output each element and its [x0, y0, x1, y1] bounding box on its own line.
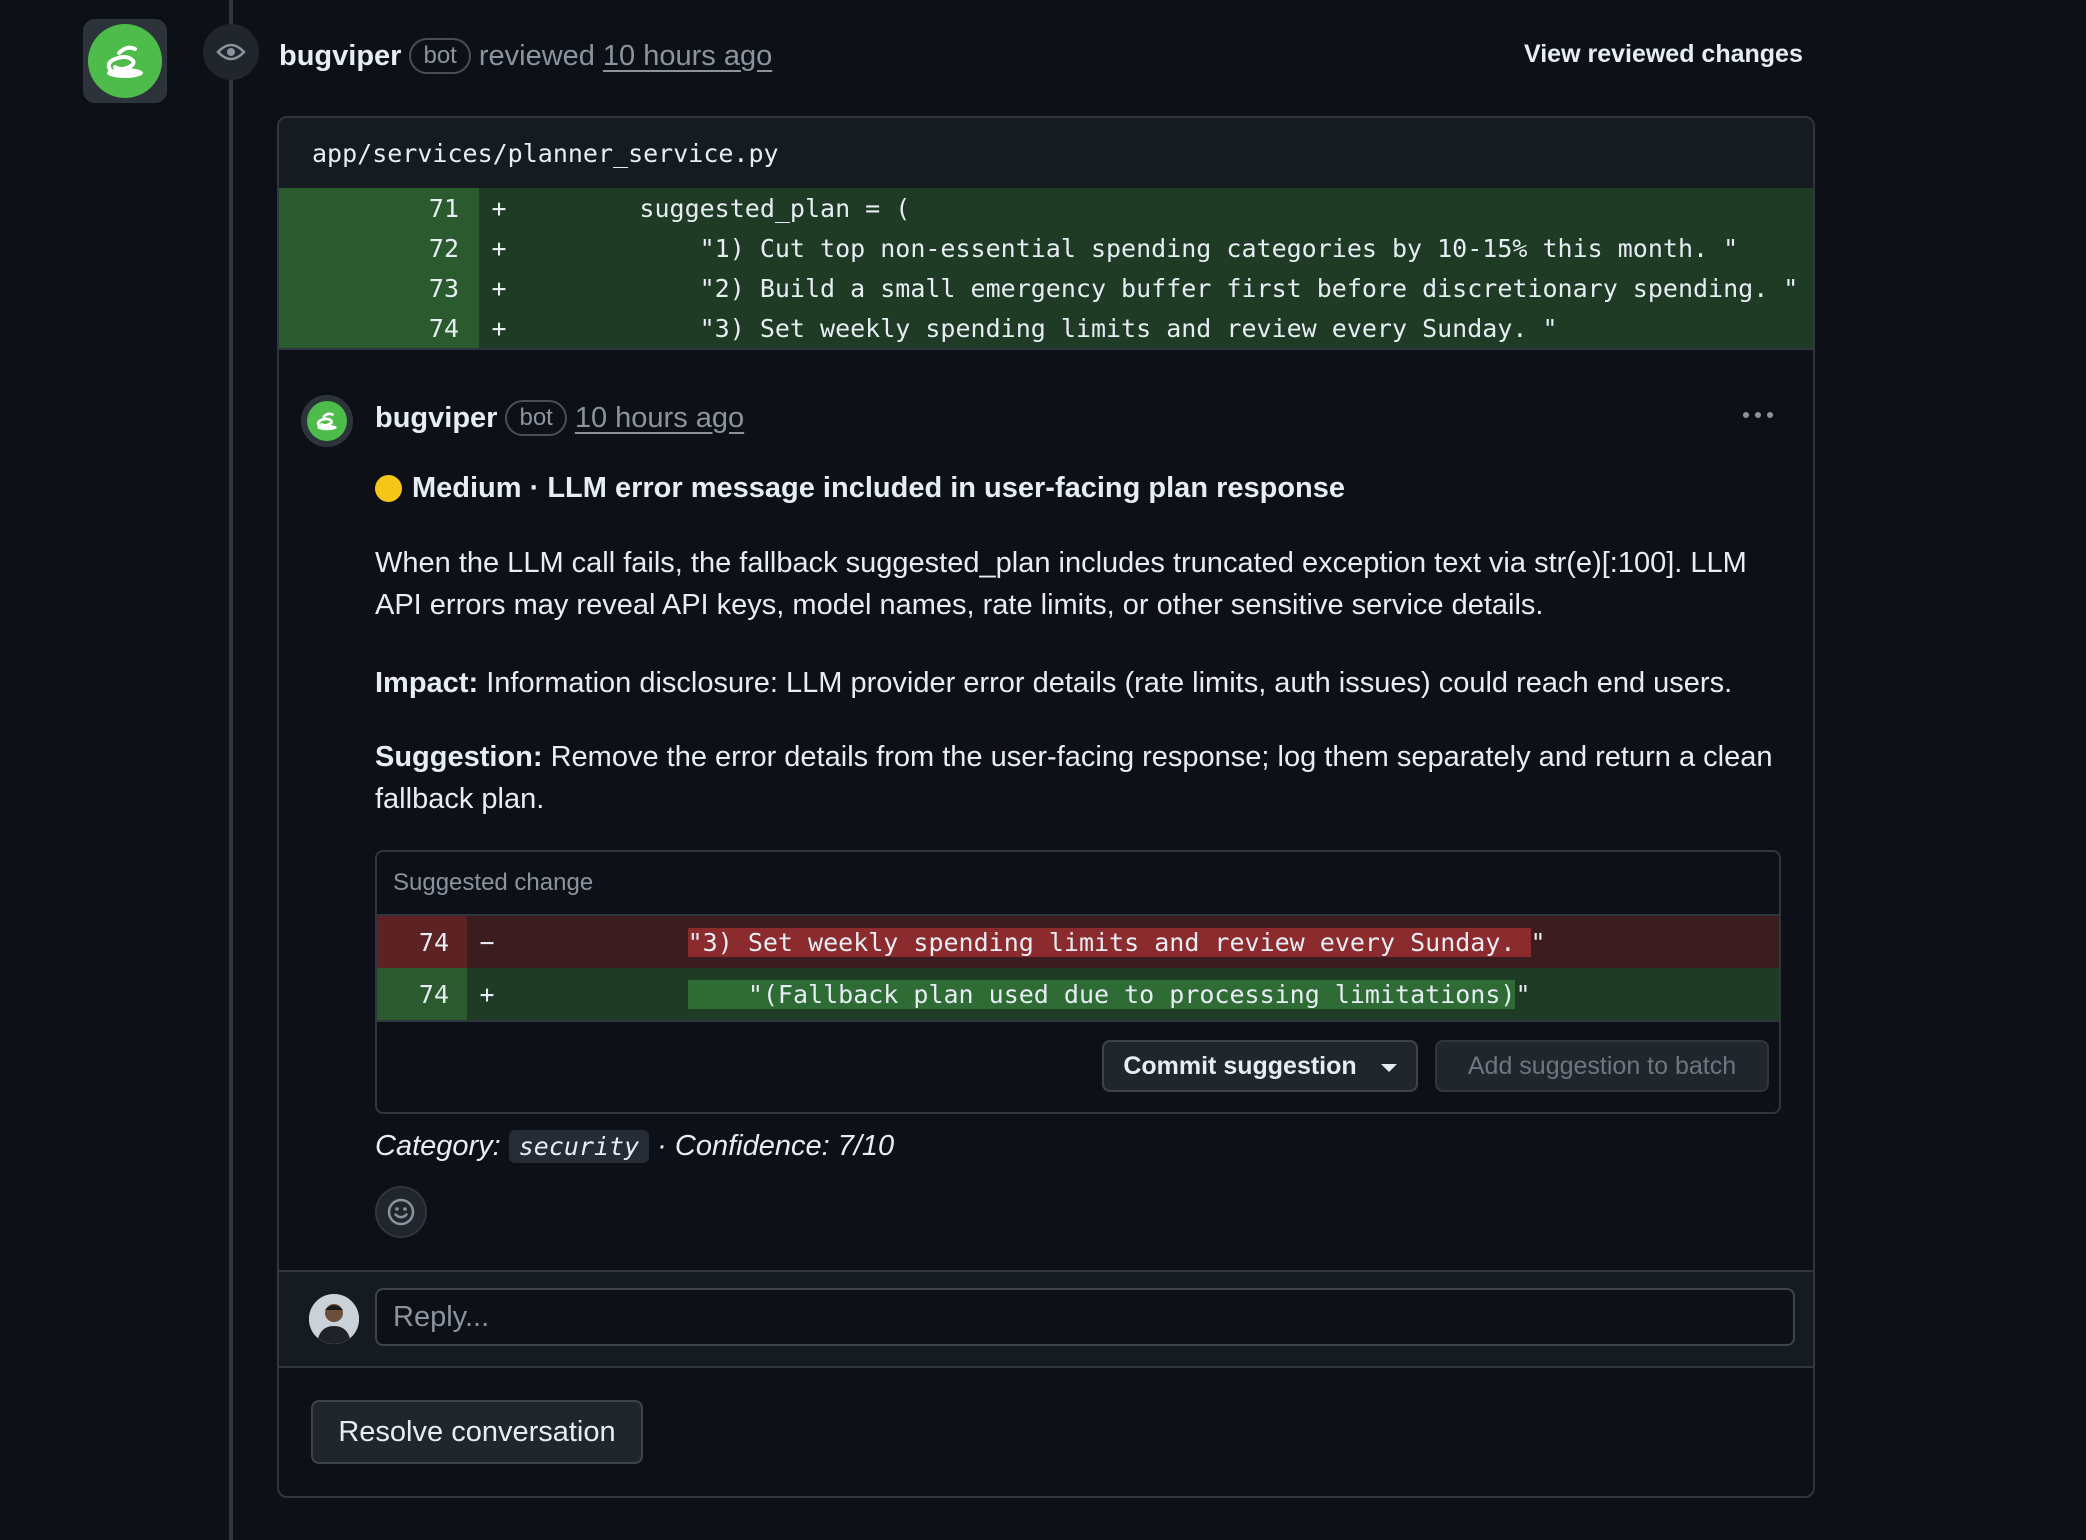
add-reaction-smiley-icon[interactable] [375, 1186, 427, 1238]
diff-code: "1) Cut top non-essential spending categ… [519, 233, 1739, 263]
reply-area: Reply... [279, 1270, 1813, 1368]
eye-icon [203, 24, 259, 80]
yellow-circle-icon [375, 475, 402, 502]
bot-badge: bot [409, 38, 471, 74]
review-action: reviewed [478, 39, 595, 72]
chevron-down-icon [1380, 1064, 1397, 1072]
comment-options-icon[interactable] [1743, 412, 1773, 418]
suggestion-label: Suggestion: [375, 741, 543, 773]
line-number: 71 [279, 188, 479, 228]
review-thread: app/services/planner_service.py 71 + sug… [277, 116, 1815, 1498]
comment-body: When the LLM call fails, the fallback su… [375, 547, 1747, 621]
comment-title-text: Medium · LLM error message included in u… [412, 472, 1346, 504]
suggestion-paragraph: Suggestion: Remove the error details fro… [375, 736, 1795, 820]
resolve-conversation-button[interactable]: Resolve conversation [311, 1400, 643, 1464]
add-suggestion-to-batch-button[interactable]: Add suggestion to batch [1435, 1040, 1769, 1092]
impact-text: Information disclosure: LLM provider err… [478, 667, 1733, 699]
deleted-code-tail: " [1530, 927, 1546, 957]
suggestion-deleted-line: 74 − "3) Set weekly spending limits and … [377, 916, 1779, 968]
commit-suggestion-label: Commit suggestion [1123, 1051, 1357, 1080]
suggestion-text: Remove the error details from the user-f… [375, 741, 1773, 815]
comment-author[interactable]: bugviper [375, 402, 497, 435]
diff-sign: + [491, 313, 507, 343]
suggested-change-header: Suggested change [377, 852, 1779, 916]
bugviper-avatar-small[interactable] [301, 395, 353, 447]
deleted-code: "3) Set weekly spending limits and revie… [687, 927, 1531, 957]
diff-code: "3) Set weekly spending limits and revie… [519, 313, 1558, 343]
snake-logo-icon [88, 24, 162, 98]
impact-paragraph: Impact: Information disclosure: LLM prov… [375, 662, 1795, 704]
line-number: 74 [377, 916, 467, 968]
reply-input[interactable]: Reply... [375, 1288, 1795, 1346]
category-line: Category: security · Confidence: 7/10 [375, 1130, 894, 1163]
file-path[interactable]: app/services/planner_service.py [279, 118, 1813, 188]
review-comment: bugviper bot 10 hours ago Medium · LLM e… [279, 350, 1813, 1270]
line-number: 73 [279, 268, 479, 308]
diff-code: "2) Build a small emergency buffer first… [519, 273, 1799, 303]
line-number: 74 [279, 308, 479, 348]
diff-sign: + [479, 979, 495, 1009]
diff-line: 72 + "1) Cut top non-essential spending … [279, 228, 1813, 268]
line-number: 72 [279, 228, 479, 268]
commit-suggestion-button[interactable]: Commit suggestion [1102, 1040, 1418, 1092]
bot-badge: bot [505, 400, 567, 436]
comment-time-link[interactable]: 10 hours ago [575, 402, 744, 435]
review-author[interactable]: bugviper [279, 40, 401, 73]
diff-line: 73 + "2) Build a small emergency buffer … [279, 268, 1813, 308]
diff-sign: + [491, 273, 507, 303]
confidence-text: · Confidence: 7/10 [657, 1130, 895, 1162]
bugviper-avatar[interactable] [83, 19, 167, 103]
comment-header: bugviper bot 10 hours ago [375, 400, 744, 436]
timeline-line [229, 0, 233, 1540]
category-value: security [508, 1130, 650, 1163]
review-header: bugviper bot reviewed 10 hours ago [279, 36, 772, 76]
snake-logo-icon [307, 401, 347, 441]
diff-line: 74 + "3) Set weekly spending limits and … [279, 308, 1813, 348]
diff-line: 71 + suggested_plan = ( [279, 188, 1813, 228]
comment-title: Medium · LLM error message included in u… [375, 472, 1345, 505]
review-time-link[interactable]: 10 hours ago [603, 40, 772, 73]
diff-sign: + [491, 233, 507, 263]
diff-code: suggested_plan = ( [519, 193, 911, 223]
suggested-change-box: Suggested change 74 − "3) Set weekly spe… [375, 850, 1781, 1114]
diff-sign: − [479, 927, 495, 957]
added-code: "(Fallback plan used due to processing l… [687, 979, 1516, 1009]
added-code-tail: " [1515, 979, 1531, 1009]
diff-sign: + [491, 193, 507, 223]
line-number: 74 [377, 968, 467, 1020]
suggestion-added-line: 74 + "(Fallback plan used due to process… [377, 968, 1779, 1022]
view-reviewed-changes-link[interactable]: View reviewed changes [1524, 40, 1803, 69]
file-diff: app/services/planner_service.py 71 + sug… [279, 118, 1813, 350]
impact-label: Impact: [375, 667, 479, 699]
category-label: Category: [375, 1130, 501, 1162]
user-avatar[interactable] [309, 1294, 359, 1344]
